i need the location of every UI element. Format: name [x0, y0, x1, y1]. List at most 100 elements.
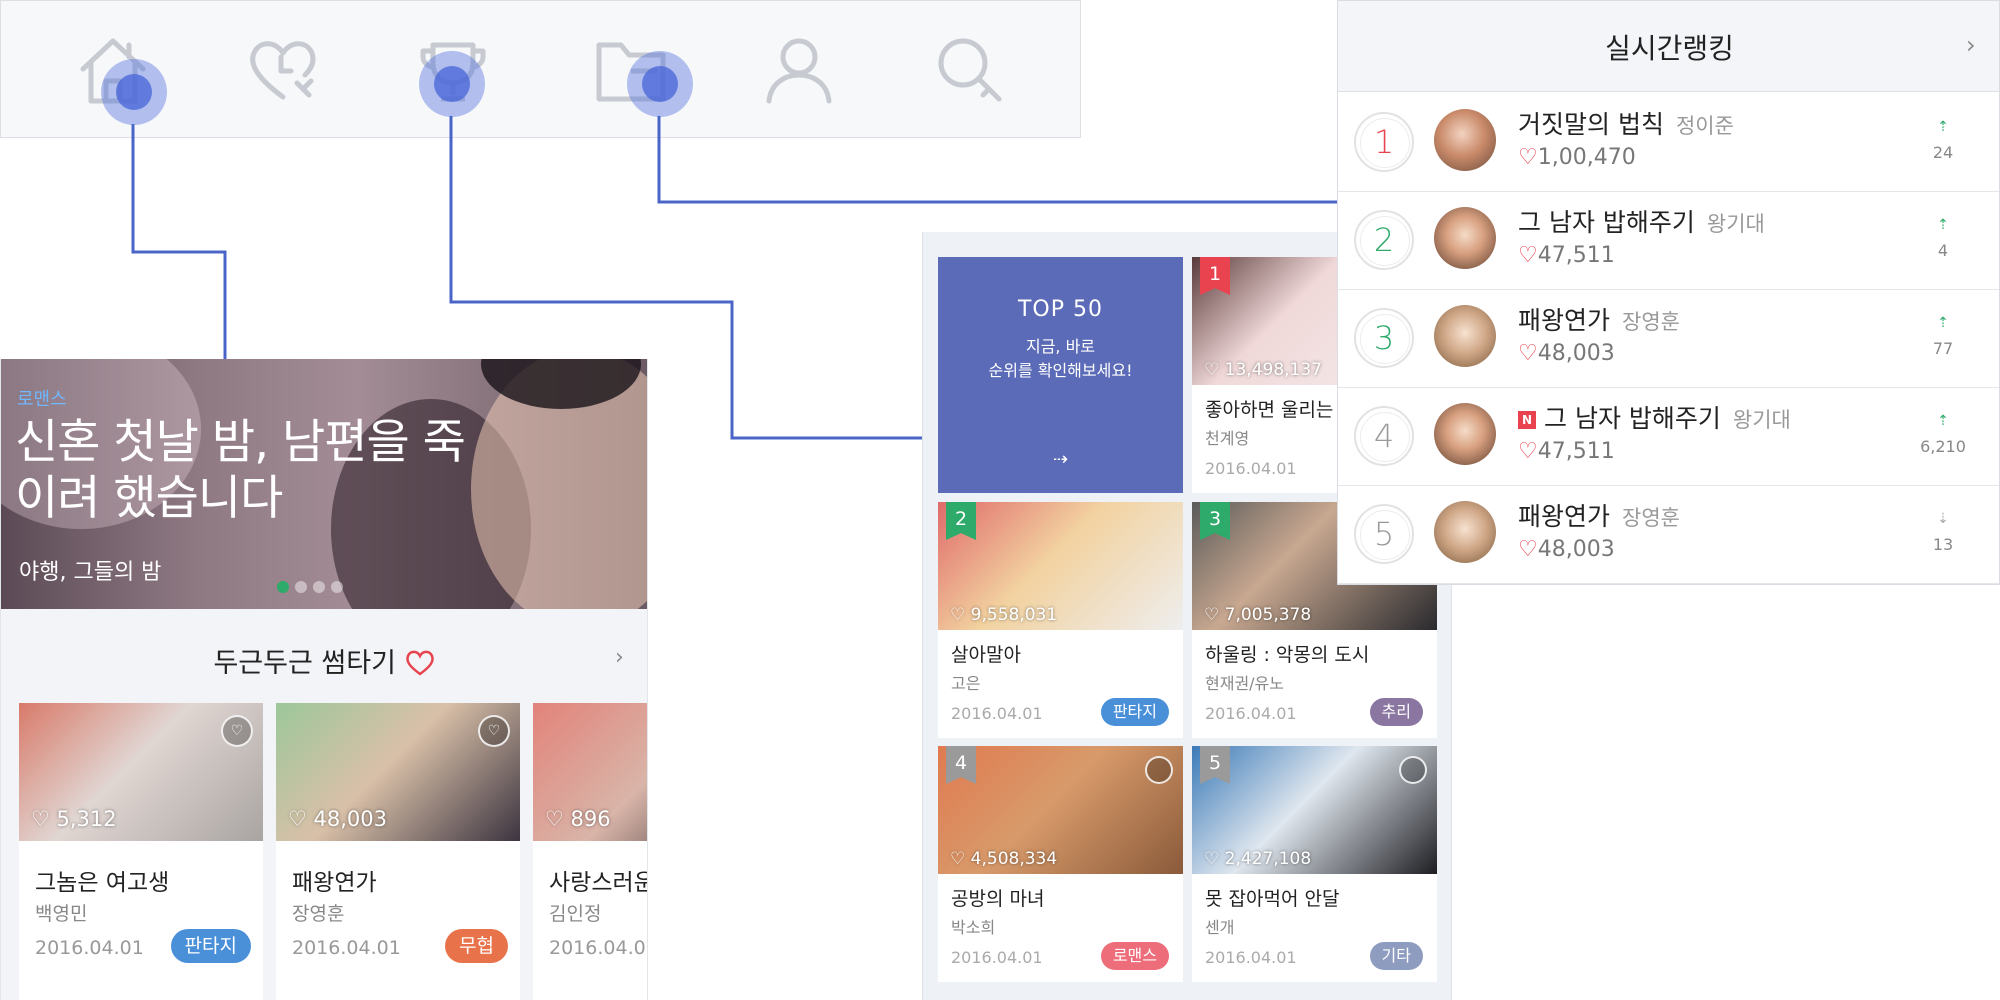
like-count: ♡ 2,427,108: [1204, 849, 1312, 869]
heart-outline-icon: ♡: [950, 849, 966, 869]
clock-heart-icon: [250, 41, 316, 100]
top50-subtitle-line1: 지금, 바로: [1025, 337, 1096, 356]
slide-indicator-2[interactable]: [295, 581, 307, 593]
section-more-chevron-icon[interactable]: ›: [615, 645, 624, 670]
connector-home: [131, 124, 227, 360]
bookmark-icon[interactable]: ♡: [478, 715, 510, 747]
comic-title: 그 남자 밥해주기: [1518, 208, 1695, 237]
comic-date: 2016.04.01: [1205, 704, 1297, 723]
heart-outline-icon: ♡: [545, 807, 564, 831]
genre-tag[interactable]: 무협: [445, 929, 508, 963]
comic-title: 그놈은 여고생: [35, 870, 170, 896]
comic-author: 백영민: [35, 903, 88, 925]
nav-recent[interactable]: [243, 31, 323, 111]
highlight-marker-ranking: [419, 51, 485, 117]
ranking-header: 실시간랭킹 ›: [1338, 1, 1999, 92]
ranking-row[interactable]: 4 N 그 남자 밥해주기 왕기대 ♡47,511 ⇡ 6,210: [1338, 387, 1999, 486]
slide-indicator-1[interactable]: [277, 581, 289, 593]
bookmark-icon[interactable]: ♡: [221, 715, 253, 747]
hero-banner[interactable]: 로맨스 신혼 첫날 밤, 남편을 죽이려 했습니다 야행, 그들의 밤: [1, 359, 647, 609]
comic-author: 왕기대: [1706, 212, 1765, 236]
ranked-comic-card[interactable]: 2 ♡ 9,558,031 살아말아 고은 2016.04.01 판타지: [938, 502, 1183, 738]
bookmark-icon[interactable]: [1145, 756, 1173, 784]
ranking-title-line: 그 남자 밥해주기 왕기대: [1518, 203, 1765, 239]
heart-outline-icon: ♡: [1518, 537, 1538, 562]
comic-author: 현재권/유노: [1205, 674, 1284, 693]
comic-title: 하울링 : 악몽의 도시: [1205, 644, 1370, 666]
arrow-right-icon[interactable]: ⇢: [938, 449, 1183, 470]
comic-date: 2016.04.01: [292, 937, 401, 959]
slide-indicator-4[interactable]: [331, 581, 343, 593]
rank-number: 5: [1354, 504, 1414, 564]
comic-card[interactable]: ♡ ♡ 5,312 그놈은 여고생 백영민 2016.04.01 판타지: [19, 703, 263, 1000]
heart-outline-icon: ♡: [31, 807, 50, 831]
heart-outline-icon: ♡: [950, 605, 966, 625]
comic-date: 2016.04.01: [951, 704, 1043, 723]
comic-date: 2016.04.01: [1205, 459, 1297, 478]
realtime-ranking-panel: 실시간랭킹 › 1 거짓말의 법칙 정이준 ♡1,00,470 ⇡ 24 2 그 …: [1337, 0, 2000, 585]
heart-outline-icon: ♡: [1518, 145, 1538, 170]
ranked-comic-card[interactable]: 5 ♡ 2,427,108 못 잡아먹어 안달 센개 2016.04.01 기타: [1192, 746, 1437, 982]
top50-title: TOP 50: [1017, 297, 1103, 322]
new-badge: N: [1518, 411, 1536, 429]
hero-subtitle: 야행, 그들의 밤: [19, 560, 162, 585]
ranking-row[interactable]: 1 거짓말의 법칙 정이준 ♡1,00,470 ⇡ 24: [1338, 93, 1999, 192]
comic-author: 김인정: [549, 903, 602, 925]
rank-number: 3: [1354, 308, 1414, 368]
comic-author: 박소희: [951, 918, 996, 937]
like-count: ♡48,003: [1518, 341, 1615, 366]
nav-search[interactable]: [929, 31, 1009, 111]
genre-tag[interactable]: 추리: [1369, 698, 1423, 726]
heart-outline-icon: ♡: [1204, 360, 1220, 380]
like-count: ♡ 7,005,378: [1204, 605, 1312, 625]
comic-title: 패왕연가: [1518, 306, 1611, 335]
trend-up-icon: ⇡: [1937, 217, 1949, 233]
trend-up-icon: ⇡: [1937, 119, 1949, 135]
section-header: 두근두근 썸타기: [1, 641, 647, 680]
ranking-title-line: 패왕연가 장영훈: [1518, 497, 1680, 533]
ranked-comic-card[interactable]: 4 ♡ 4,508,334 공방의 마녀 박소희 2016.04.01 로맨스: [938, 746, 1183, 982]
genre-tag[interactable]: 판타지: [1100, 698, 1169, 726]
like-count: ♡ 896: [545, 807, 611, 831]
ranking-title-line: 패왕연가 장영훈: [1518, 301, 1680, 337]
comic-author: 고은: [951, 674, 981, 693]
home-screen: 로맨스 신혼 첫날 밤, 남편을 죽이려 했습니다 야행, 그들의 밤 두근두근…: [0, 359, 648, 1000]
section-title: 두근두근 썸타기: [213, 648, 396, 679]
heart-outline-icon: ♡: [288, 807, 307, 831]
comic-card[interactable]: ♡ ♡ 48,003 패왕연가 장영훈 2016.04.01 무협: [276, 703, 520, 1000]
comic-date: 2016.04.01: [35, 937, 144, 959]
trend-up-icon: ⇡: [1937, 315, 1949, 331]
nav-profile[interactable]: [759, 31, 839, 111]
genre-tag[interactable]: 판타지: [170, 929, 251, 963]
bookmark-icon[interactable]: [1399, 756, 1427, 784]
top50-banner[interactable]: TOP 50 지금, 바로 순위를 확인해보세요! ⇢: [938, 257, 1183, 493]
slide-indicator-3[interactable]: [313, 581, 325, 593]
heart-outline-icon: ♡: [1518, 243, 1538, 268]
genre-tag[interactable]: 기타: [1369, 942, 1423, 970]
comic-author: 장영훈: [1622, 506, 1680, 530]
comic-title: 사랑스러운: [549, 870, 648, 896]
user-icon: [766, 38, 832, 104]
like-count: ♡1,00,470: [1518, 145, 1636, 170]
ranking-row[interactable]: 5 패왕연가 장영훈 ♡48,003 ⇣ 13: [1338, 485, 1999, 584]
ranking-row[interactable]: 3 패왕연가 장영훈 ♡48,003 ⇡ 77: [1338, 289, 1999, 388]
highlight-marker-folder: [627, 51, 693, 117]
comic-date: 2016.04.01: [951, 948, 1043, 967]
hero-title: 신혼 첫날 밤, 남편을 죽이려 했습니다: [15, 415, 466, 526]
comic-author: 왕기대: [1732, 408, 1791, 432]
trend-value: 77: [1932, 339, 1954, 358]
top50-subtitle-line2: 순위를 확인해보세요!: [988, 361, 1133, 380]
trend-value: 6,210: [1920, 437, 1966, 456]
genre-tag[interactable]: 로맨스: [1100, 942, 1169, 970]
comic-title: 좋아하면 울리는: [1205, 399, 1334, 421]
like-count: ♡ 5,312: [31, 807, 117, 831]
comic-card[interactable]: ♡ 896 사랑스러운 김인정 2016.04.01: [533, 703, 648, 1000]
trend-value: 4: [1937, 241, 1949, 260]
comic-author: 센개: [1205, 918, 1235, 937]
comic-date: 2016.04.01: [549, 937, 648, 959]
chevron-right-icon[interactable]: ›: [1966, 31, 1976, 59]
trend-down-icon: ⇣: [1937, 511, 1949, 527]
ranking-row[interactable]: 2 그 남자 밥해주기 왕기대 ♡47,511 ⇡ 4: [1338, 191, 1999, 290]
search-icon: [938, 38, 1002, 102]
top50-subtitle: 지금, 바로 순위를 확인해보세요!: [938, 335, 1183, 383]
